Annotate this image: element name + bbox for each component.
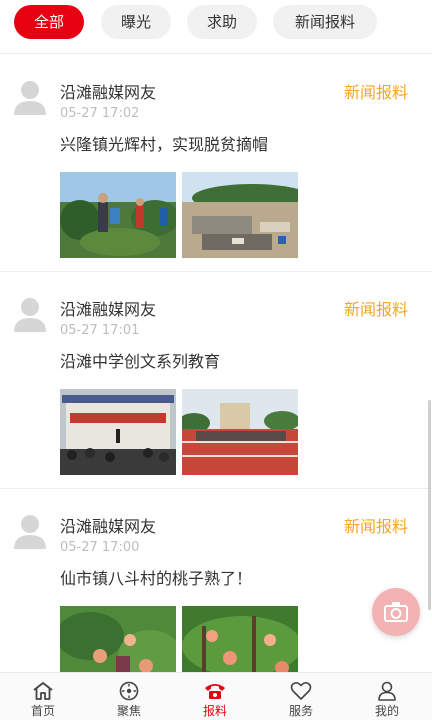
filter-chip-exposure[interactable]: 曝光 xyxy=(101,5,171,39)
avatar xyxy=(14,298,46,332)
post-category-tag: 新闻报料 xyxy=(343,300,408,319)
camera-icon xyxy=(384,602,408,622)
post-photo[interactable] xyxy=(60,606,176,672)
tab-focus[interactable]: 聚焦 xyxy=(86,673,172,720)
avatar xyxy=(14,515,46,549)
post-card[interactable]: 沿滩融媒网友 05-27 17:01 新闻报料 沿滩中学创文系列教育 xyxy=(0,272,432,489)
post-author: 沿滩融媒网友 xyxy=(60,300,157,319)
user-icon xyxy=(378,681,396,701)
post-category-tag: 新闻报料 xyxy=(343,83,408,102)
filter-bar: 全部 曝光 求助 新闻报料 xyxy=(0,0,432,54)
post-photo[interactable] xyxy=(182,606,298,672)
post-time: 05-27 17:02 xyxy=(60,106,140,121)
bottom-tab-bar: 首页 聚焦 报料 服务 我的 xyxy=(0,672,432,720)
home-icon xyxy=(33,682,53,700)
post-photo[interactable] xyxy=(60,172,176,258)
post-card[interactable]: 沿滩融媒网友 05-27 17:00 新闻报料 仙市镇八斗村的桃子熟了！ xyxy=(0,489,432,672)
tab-home[interactable]: 首页 xyxy=(0,673,86,720)
scrollbar[interactable] xyxy=(428,400,431,610)
tab-label: 我的 xyxy=(374,704,399,718)
post-photo[interactable] xyxy=(60,389,176,475)
post-photo[interactable] xyxy=(182,172,298,258)
post-feed: 沿滩融媒网友 05-27 17:02 新闻报料 兴隆镇光辉村，实现脱贫摘帽 沿滩… xyxy=(0,55,432,672)
post-time: 05-27 17:01 xyxy=(60,323,140,338)
avatar xyxy=(14,81,46,115)
filter-chip-news-tip[interactable]: 新闻报料 xyxy=(273,5,377,39)
post-author: 沿滩融媒网友 xyxy=(60,83,157,102)
post-photo[interactable] xyxy=(182,389,298,475)
filter-chip-all[interactable]: 全部 xyxy=(14,5,84,39)
phone-icon xyxy=(205,684,225,699)
post-author: 沿滩融媒网友 xyxy=(60,517,157,536)
filter-chip-help[interactable]: 求助 xyxy=(187,5,257,39)
heart-icon xyxy=(290,682,312,700)
post-title[interactable]: 兴隆镇光辉村，实现脱贫摘帽 xyxy=(60,131,268,155)
post-time: 05-27 17:00 xyxy=(60,540,140,555)
post-category-tag: 新闻报料 xyxy=(343,517,408,536)
post-card[interactable]: 沿滩融媒网友 05-27 17:02 新闻报料 兴隆镇光辉村，实现脱贫摘帽 xyxy=(0,55,432,272)
post-title[interactable]: 仙市镇八斗村的桃子熟了！ xyxy=(60,565,252,589)
tab-service[interactable]: 服务 xyxy=(258,673,344,720)
camera-fab-button[interactable] xyxy=(372,588,420,636)
tab-label: 聚焦 xyxy=(116,704,141,718)
tab-label: 首页 xyxy=(30,704,55,718)
tab-label: 报料 xyxy=(202,704,227,718)
tab-report[interactable]: 报料 xyxy=(172,673,258,720)
post-title[interactable]: 沿滩中学创文系列教育 xyxy=(60,348,220,372)
tab-label: 服务 xyxy=(288,704,313,718)
tab-mine[interactable]: 我的 xyxy=(344,673,430,720)
focus-icon xyxy=(119,681,139,701)
